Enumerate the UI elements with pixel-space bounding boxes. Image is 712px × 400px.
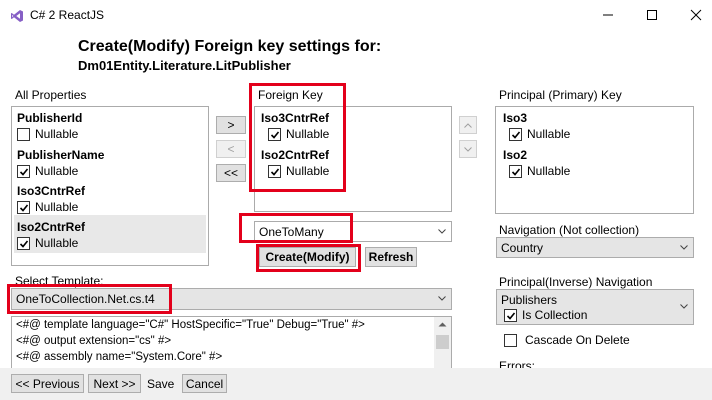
move-up-button[interactable] [459,116,477,134]
navigation-label: Navigation (Not collection) [499,223,640,237]
nullable-label: Nullable [527,164,571,178]
checkmark-icon [17,236,30,250]
cascade-on-delete-checkbox[interactable]: Cascade On Delete [504,333,630,347]
property-name: Iso2CntrRef [17,220,86,234]
nullable-label: Nullable [527,127,571,141]
checkbox-box [504,333,517,347]
relationship-type-value: OneToMany [259,224,324,239]
previous-button[interactable]: << Previous [11,374,84,393]
minimize-icon [603,14,613,16]
inverse-navigation-label: Principal(Inverse) Navigation [499,275,653,289]
all-properties-label: All Properties [15,88,87,102]
checkmark-icon [509,164,522,178]
nullable-checkbox[interactable]: Nullable [509,127,570,141]
chevron-down-icon [680,304,688,309]
scrollbar-thumb[interactable] [436,335,449,349]
nullable-checkbox[interactable]: Nullable [268,127,329,141]
minimize-button[interactable] [594,4,622,26]
select-template-label: Select Template: [15,274,104,288]
entity-name: Dm01Entity.Literature.LitPublisher [78,58,291,73]
checkmark-icon [268,164,281,178]
nullable-label: Nullable [286,164,330,178]
nullable-label: Nullable [35,200,79,214]
property-name: Iso3CntrRef [17,184,86,198]
create-modify-button[interactable]: Create(Modify) [259,247,356,267]
nullable-checkbox[interactable]: Nullable [509,164,570,178]
nullable-checkbox[interactable]: Nullable [17,200,78,214]
refresh-button[interactable]: Refresh [365,247,417,267]
chevron-down-icon [680,244,688,250]
checkmark-icon [17,164,30,178]
template-dropdown[interactable]: OneToCollection.Net.cs.t4 [11,288,452,310]
nullable-label: Nullable [35,127,79,141]
property-name: Iso3 [503,111,528,125]
cancel-button[interactable]: Cancel [182,374,227,393]
nullable-checkbox[interactable]: Nullable [268,164,329,178]
move-down-button[interactable] [459,140,477,158]
close-icon [690,9,702,21]
nullable-label: Nullable [35,164,79,178]
checkbox-box [17,127,30,141]
template-text-area[interactable]: <#@ template language="C#" HostSpecific=… [11,316,452,370]
property-name: Iso3CntrRef [261,111,330,125]
nullable-checkbox[interactable]: Nullable [17,164,78,178]
checkmark-icon [17,200,30,214]
remove-from-foreign-key-button[interactable]: < [216,140,246,158]
checkmark-icon [504,308,517,322]
page-title: Create(Modify) Foreign key settings for: [78,38,382,55]
nullable-label: Nullable [35,236,79,250]
visual-studio-icon [10,9,24,23]
checkmark-icon [268,127,281,141]
chevron-down-icon [464,146,472,152]
foreign-key-label: Foreign Key [258,88,323,102]
property-name: PublisherName [17,148,105,162]
maximize-icon [647,10,657,20]
chevron-down-icon [438,228,446,234]
all-properties-list[interactable]: PublisherId Nullable PublisherName Nulla… [11,106,209,266]
maximize-button[interactable] [638,4,666,26]
close-button[interactable] [682,4,710,26]
principal-key-list[interactable]: Iso3 Nullable Iso2 Nullable [495,106,694,214]
scroll-up-icon [438,322,447,327]
property-name: Iso2 [503,148,528,162]
add-to-foreign-key-button[interactable]: > [216,116,246,134]
chevron-down-icon [438,296,446,301]
cascade-on-delete-label: Cascade On Delete [525,333,630,347]
inverse-navigation-value: Publishers [501,293,558,307]
navigation-value: Country [501,240,544,255]
template-line: <#@ output extension="cs" #> [16,335,172,347]
relationship-type-dropdown[interactable]: OneToMany [254,221,452,242]
vertical-scrollbar[interactable] [434,317,451,369]
chevron-up-icon [464,122,472,128]
nullable-checkbox[interactable]: Nullable [17,127,78,141]
foreign-key-list[interactable]: Iso3CntrRef Nullable Iso2CntrRef Nullabl… [254,106,452,212]
is-collection-checkbox[interactable]: Is Collection [504,308,587,322]
save-button[interactable]: Save [147,377,174,391]
is-collection-label: Is Collection [522,308,588,322]
checkmark-icon [509,127,522,141]
next-button[interactable]: Next >> [88,374,141,393]
template-line: <#@ assembly name="System.Core" #> [16,351,223,363]
property-name: Iso2CntrRef [261,148,330,162]
nullable-label: Nullable [286,127,330,141]
navigation-dropdown[interactable]: Country [496,237,694,258]
nullable-checkbox[interactable]: Nullable [17,236,78,250]
template-line: <#@ template language="C#" HostSpecific=… [16,319,365,331]
template-value: OneToCollection.Net.cs.t4 [16,292,155,306]
window-title: C# 2 ReactJS [30,8,105,22]
remove-all-button[interactable]: << [216,164,246,182]
principal-key-label: Principal (Primary) Key [499,88,622,102]
property-name: PublisherId [17,111,83,125]
